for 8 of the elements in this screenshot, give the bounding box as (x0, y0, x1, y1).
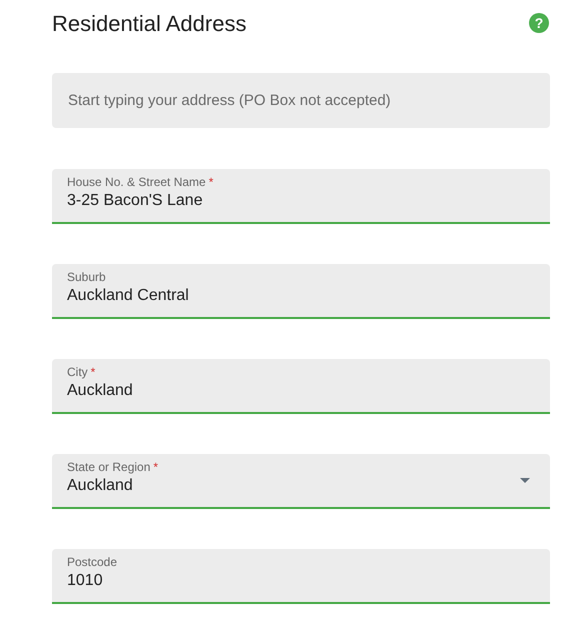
text-field[interactable]: Postcode 1010 (52, 549, 550, 604)
dropdown-field[interactable]: State or Region * Auckland (52, 454, 550, 509)
text-field[interactable]: House No. & Street Name * 3-25 Bacon'S Lane (52, 169, 550, 224)
address-search-field[interactable]: Start typing your address (PO Box not accepted) (52, 73, 550, 128)
text-field[interactable]: Suburb Auckland Central (52, 264, 550, 319)
dropdown-caret-icon (520, 478, 530, 483)
text-field[interactable]: City * Auckland (52, 359, 550, 414)
section-title: Residential Address (52, 10, 246, 38)
